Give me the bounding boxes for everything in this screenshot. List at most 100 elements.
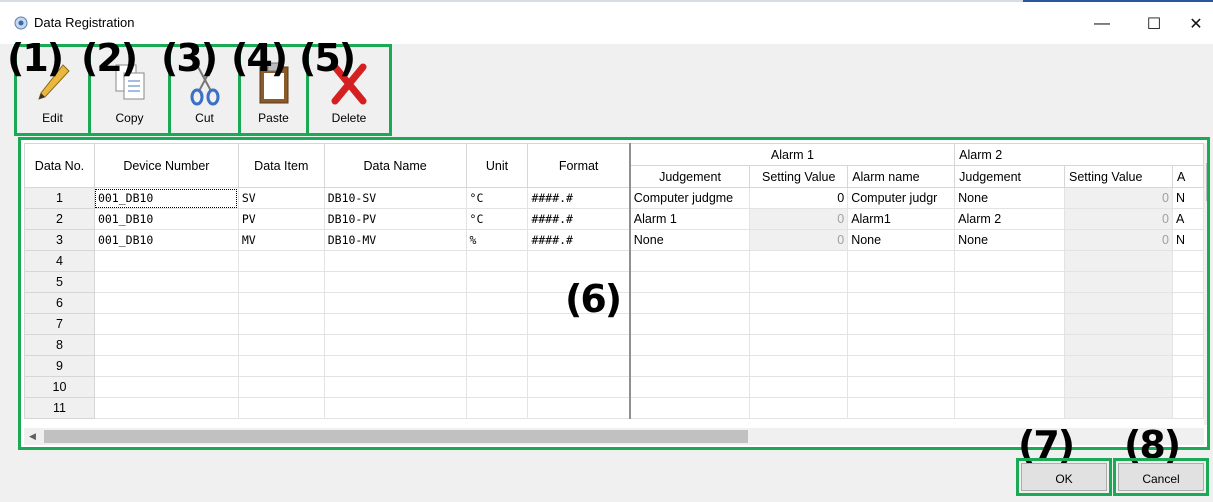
cell-a2-name[interactable] bbox=[1171, 376, 1204, 398]
cell-a2-setting[interactable]: 0 bbox=[1064, 229, 1173, 251]
header-unit[interactable]: Unit bbox=[465, 143, 529, 188]
cell-device[interactable] bbox=[93, 292, 239, 314]
cell-device[interactable] bbox=[93, 397, 239, 419]
cell-item[interactable] bbox=[237, 397, 325, 419]
table-row[interactable]: 3 001_DB10 MV DB10-MV% ####.# None 0 None None 0 N bbox=[24, 229, 1204, 251]
vertical-scroll-thumb[interactable] bbox=[1206, 163, 1207, 201]
cell-unit[interactable] bbox=[465, 271, 529, 293]
cell-device[interactable] bbox=[93, 250, 239, 272]
cell-device[interactable]: 001_DB10 bbox=[93, 229, 239, 251]
cell-device[interactable] bbox=[93, 355, 239, 377]
cell-device[interactable] bbox=[93, 313, 239, 335]
cell-a1-setting[interactable] bbox=[749, 313, 849, 335]
delete-button[interactable]: (5) Delete bbox=[299, 39, 389, 133]
cell-unit[interactable] bbox=[465, 376, 529, 398]
cell-a2-setting[interactable] bbox=[1064, 355, 1173, 377]
cell-a1-setting[interactable] bbox=[749, 271, 849, 293]
cell-unit[interactable]: °C bbox=[465, 208, 529, 230]
cell-a1-name[interactable]: None bbox=[847, 229, 956, 251]
cell-format[interactable]: ####.# bbox=[527, 187, 631, 209]
header-device-number[interactable]: Device Number bbox=[93, 143, 239, 188]
cell-a1-name[interactable] bbox=[847, 250, 956, 272]
cell-unit[interactable] bbox=[465, 355, 529, 377]
edit-button[interactable]: (1) Edit bbox=[7, 39, 91, 133]
cell-a1-judgement[interactable] bbox=[629, 313, 751, 335]
cell-a1-setting[interactable] bbox=[749, 355, 849, 377]
cell-a1-judgement[interactable] bbox=[629, 334, 751, 356]
cell-item[interactable] bbox=[237, 355, 325, 377]
cell-a2-judgement[interactable] bbox=[954, 313, 1066, 335]
cell-name[interactable]: DB10-MV bbox=[323, 229, 467, 251]
cell-a1-judgement[interactable]: Alarm 1 bbox=[629, 208, 751, 230]
header-data-name[interactable]: Data Name bbox=[323, 143, 467, 188]
cell-a1-setting[interactable] bbox=[749, 292, 849, 314]
cell-device[interactable]: 001_DB10 bbox=[93, 208, 239, 230]
cell-format[interactable]: ####.# bbox=[527, 229, 631, 251]
vertical-scrollbar[interactable]: ▲ ▼ bbox=[1204, 143, 1207, 425]
header-alarm2-name[interactable]: A bbox=[1171, 165, 1204, 188]
cell-a2-name[interactable] bbox=[1171, 355, 1204, 377]
cell-item[interactable] bbox=[237, 292, 325, 314]
table-row[interactable]: 8 bbox=[24, 334, 1204, 356]
cell-a1-name[interactable] bbox=[847, 292, 956, 314]
cell-format[interactable] bbox=[527, 355, 631, 377]
cell-a2-name[interactable]: N bbox=[1171, 229, 1204, 251]
row-number-cell[interactable]: 10 bbox=[24, 376, 95, 398]
row-number-cell[interactable]: 7 bbox=[24, 313, 95, 335]
cell-a1-judgement[interactable]: None bbox=[629, 229, 751, 251]
cell-a2-judgement[interactable] bbox=[954, 250, 1066, 272]
header-alarm2-judgement[interactable]: Judgement bbox=[954, 165, 1066, 188]
row-number-cell[interactable]: 2 bbox=[24, 208, 95, 230]
cell-a1-setting[interactable] bbox=[749, 376, 849, 398]
cell-a2-judgement[interactable] bbox=[954, 397, 1066, 419]
row-number-cell[interactable]: 8 bbox=[24, 334, 95, 356]
ok-button[interactable]: OK bbox=[1021, 463, 1107, 491]
cell-a2-judgement[interactable]: Alarm 2 bbox=[954, 208, 1066, 230]
cell-item[interactable]: MV bbox=[237, 229, 325, 251]
cell-name[interactable] bbox=[323, 334, 467, 356]
cell-device[interactable]: 001_DB10 bbox=[93, 187, 239, 209]
cell-format[interactable] bbox=[527, 376, 631, 398]
cell-a2-judgement[interactable] bbox=[954, 334, 1066, 356]
cell-a2-name[interactable] bbox=[1171, 250, 1204, 272]
cell-a2-setting[interactable] bbox=[1064, 376, 1173, 398]
cell-a1-name[interactable]: Computer judgr bbox=[847, 187, 956, 209]
cell-a2-setting[interactable] bbox=[1064, 292, 1173, 314]
cell-a2-setting[interactable]: 0 bbox=[1064, 187, 1173, 209]
row-number-cell[interactable]: 1 bbox=[24, 187, 95, 209]
cell-device[interactable] bbox=[93, 376, 239, 398]
cell-a2-name[interactable] bbox=[1171, 334, 1204, 356]
cell-unit[interactable] bbox=[465, 334, 529, 356]
cell-a1-judgement[interactable] bbox=[629, 250, 751, 272]
scroll-left-icon[interactable]: ◀ bbox=[24, 428, 41, 445]
cell-a1-judgement[interactable]: Computer judgme bbox=[629, 187, 751, 209]
cell-item[interactable] bbox=[237, 334, 325, 356]
cell-name[interactable]: DB10-SV bbox=[323, 187, 467, 209]
header-data-no[interactable]: Data No. bbox=[24, 143, 95, 188]
scroll-down-icon[interactable]: ▼ bbox=[1204, 408, 1207, 425]
cell-format[interactable] bbox=[527, 250, 631, 272]
cell-name[interactable] bbox=[323, 292, 467, 314]
header-alarm1-judgement[interactable]: Judgement bbox=[629, 165, 751, 188]
cell-device[interactable] bbox=[93, 334, 239, 356]
cell-unit[interactable] bbox=[465, 313, 529, 335]
cell-item[interactable]: SV bbox=[237, 187, 325, 209]
cell-a2-setting[interactable] bbox=[1064, 334, 1173, 356]
row-number-cell[interactable]: 4 bbox=[24, 250, 95, 272]
cell-name[interactable] bbox=[323, 313, 467, 335]
cell-item[interactable] bbox=[237, 313, 325, 335]
cell-a2-judgement[interactable]: None bbox=[954, 229, 1066, 251]
table-row[interactable]: 11 bbox=[24, 397, 1204, 419]
table-row[interactable]: 1 001_DB10 SV DB10-SV °C ####.# Computer judgm… bbox=[24, 187, 1204, 209]
table-row[interactable]: 10 bbox=[24, 376, 1204, 398]
cell-name[interactable] bbox=[323, 397, 467, 419]
row-number-cell[interactable]: 6 bbox=[24, 292, 95, 314]
cell-format[interactable] bbox=[527, 334, 631, 356]
cell-name[interactable] bbox=[323, 376, 467, 398]
cell-a2-judgement[interactable] bbox=[954, 271, 1066, 293]
close-button[interactable]: ✕ bbox=[1174, 10, 1213, 38]
cell-a1-setting[interactable]: 0 bbox=[749, 208, 849, 230]
cell-a2-name[interactable]: N bbox=[1171, 187, 1204, 209]
cell-a1-name[interactable] bbox=[847, 397, 956, 419]
row-number-cell[interactable]: 11 bbox=[24, 397, 95, 419]
